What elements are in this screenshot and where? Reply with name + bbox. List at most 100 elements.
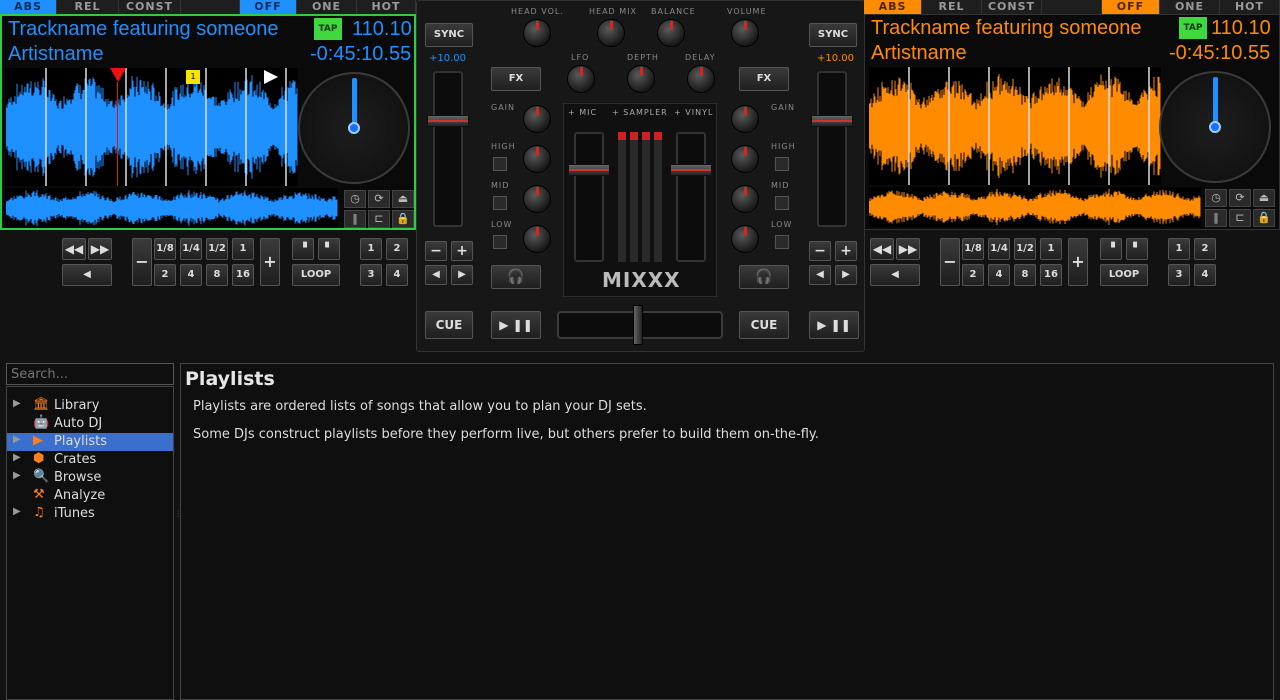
head-vol-knob[interactable] [523,19,551,47]
balance-knob[interactable] [657,19,685,47]
deck2-headphone-button[interactable]: 🎧 [739,265,789,289]
deck1-play-button[interactable]: ▶ ❚❚ [491,311,541,339]
search-input[interactable] [6,363,174,385]
vinyl-toggle[interactable]: + VINYL [674,108,713,117]
deck1-reverse-button[interactable]: ◀ [62,264,112,286]
expand-arrow-icon[interactable]: ▶ [13,434,21,445]
deck2-hotcue-hot[interactable]: HOT [1220,0,1280,14]
deck2-high-knob[interactable] [731,145,759,173]
deck1-loop-halve-button[interactable]: − [132,238,152,286]
deck1-volume-handle[interactable] [568,164,610,176]
deck1-low-kill[interactable] [493,235,507,249]
deck1-keylock-icon[interactable]: ‖ [344,210,366,228]
deck2-hotcue-2[interactable]: 2 [1194,238,1216,260]
deck2-tap-button[interactable]: TAP [1179,17,1207,39]
deck2-pitch-up-button[interactable]: + [835,241,857,261]
deck1-hotcue-one[interactable]: ONE [297,0,357,14]
deck2-play-button[interactable]: ▶ ❚❚ [809,311,859,339]
deck2-gain-knob[interactable] [731,105,759,133]
d2beats-beat-7[interactable]: 16 [1040,264,1062,286]
deck2-pitch-handle[interactable] [811,115,853,127]
d1beats-beat-1[interactable]: 1/4 [180,238,202,260]
deck1-repeat-icon[interactable]: ⟳ [368,190,390,208]
delay-knob[interactable] [687,65,715,93]
deck1-gain-knob[interactable] [523,105,551,133]
deck1-mode-const[interactable]: CONST [119,0,181,14]
deck1-loop-double-button[interactable]: + [260,238,280,286]
deck1-pitch-up-button[interactable]: + [451,241,473,261]
d1beats-beat-3[interactable]: 1 [232,238,254,260]
deck2-low-kill[interactable] [775,235,789,249]
deck1-tap-button[interactable]: TAP [314,18,342,40]
crossfader-handle[interactable] [633,305,643,345]
deck1-fx-button[interactable]: FX [491,67,541,91]
depth-knob[interactable] [627,65,655,93]
deck2-hotcue-3[interactable]: 3 [1168,264,1190,286]
deck1-overview[interactable] [6,188,338,228]
deck1-eject-icon[interactable]: ⏏ [392,190,414,208]
deck1-high-kill[interactable] [493,157,507,171]
deck2-hotcue-one[interactable]: ONE [1160,0,1220,14]
d1beats-beat-4[interactable]: 2 [154,264,176,286]
deck2-quantize-icon[interactable]: ⊏ [1229,209,1251,227]
deck1-low-knob[interactable] [523,225,551,253]
deck1-waveform[interactable]: 1 [6,68,298,186]
expand-arrow-icon[interactable]: ▶ [13,470,21,481]
deck2-pitch-down-button[interactable]: − [809,241,831,261]
deck1-headphone-button[interactable]: 🎧 [491,265,541,289]
deck1-hotcue-4[interactable]: 4 [386,264,408,286]
expand-arrow-icon[interactable]: ▶ [13,398,21,409]
sidebar-item-library[interactable]: ▶ 🏛 Library [7,397,173,415]
deck2-clock-icon[interactable]: ◷ [1205,189,1227,207]
deck2-high-kill[interactable] [775,157,789,171]
sampler-toggle[interactable]: + SAMPLER [612,108,668,117]
deck1-hotcue-1[interactable]: 1 [360,238,382,260]
deck2-hotcue-4[interactable]: 4 [1194,264,1216,286]
d2beats-beat-4[interactable]: 2 [962,264,984,286]
deck1-forward-button[interactable]: ▶▶ [88,238,112,260]
deck1-sync-button[interactable]: SYNC [425,23,473,47]
lfo-knob[interactable] [567,65,595,93]
deck2-hotcue-off[interactable]: OFF [1102,0,1160,14]
deck2-sync-button[interactable]: SYNC [809,23,857,47]
deck2-rewind-button[interactable]: ◀◀ [870,238,894,260]
deck2-mode-const[interactable]: CONST [982,0,1042,14]
deck1-nudge-right-button[interactable]: ▶ [451,265,473,285]
deck1-mode-rel[interactable]: REL [57,0,119,14]
deck2-waveform[interactable] [869,67,1161,185]
deck1-rewind-button[interactable]: ◀◀ [62,238,86,260]
d1beats-beat-0[interactable]: 1/8 [154,238,176,260]
sidebar-item-auto-dj[interactable]: 🤖 Auto DJ [7,415,173,433]
deck2-lock-icon[interactable]: 🔒 [1253,209,1275,227]
deck1-loop-out-button[interactable]: ▘ [318,238,340,260]
deck1-volume-fader[interactable] [574,132,604,262]
deck2-overview[interactable] [869,187,1201,227]
deck1-lock-icon[interactable]: 🔒 [392,210,414,228]
deck1-mid-kill[interactable] [493,196,507,210]
deck2-nudge-right-button[interactable]: ▶ [835,265,857,285]
deck1-high-knob[interactable] [523,145,551,173]
deck2-loop-in-button[interactable]: ▝ [1100,238,1122,260]
sidebar-item-itunes[interactable]: ▶ ♫ iTunes [7,505,173,523]
deck1-hotcue-3[interactable]: 3 [360,264,382,286]
deck2-mid-kill[interactable] [775,196,789,210]
deck1-hotcue-hot[interactable]: HOT [357,0,416,14]
mic-toggle[interactable]: + MIC [568,108,597,117]
deck2-reverse-button[interactable]: ◀ [870,264,920,286]
deck2-hotcue-1[interactable]: 1 [1168,238,1190,260]
sidebar-item-analyze[interactable]: ⚒ Analyze [7,487,173,505]
deck2-low-knob[interactable] [731,225,759,253]
deck2-pitch-fader[interactable] [817,71,847,227]
deck2-loop-out-button[interactable]: ▘ [1126,238,1148,260]
deck2-keylock-icon[interactable]: ‖ [1205,209,1227,227]
expand-arrow-icon[interactable]: ▶ [13,452,21,463]
d2beats-beat-2[interactable]: 1/2 [1014,238,1036,260]
sidebar-item-crates[interactable]: ▶ ⬢ Crates [7,451,173,469]
deck1-hotcue-2[interactable]: 2 [386,238,408,260]
deck1-quantize-icon[interactable]: ⊏ [368,210,390,228]
deck2-loop-double-button[interactable]: + [1068,238,1088,286]
deck2-repeat-icon[interactable]: ⟳ [1229,189,1251,207]
deck1-mode-abs[interactable]: ABS [0,0,57,14]
deck1-clock-icon[interactable]: ◷ [344,190,366,208]
head-mix-knob[interactable] [597,19,625,47]
